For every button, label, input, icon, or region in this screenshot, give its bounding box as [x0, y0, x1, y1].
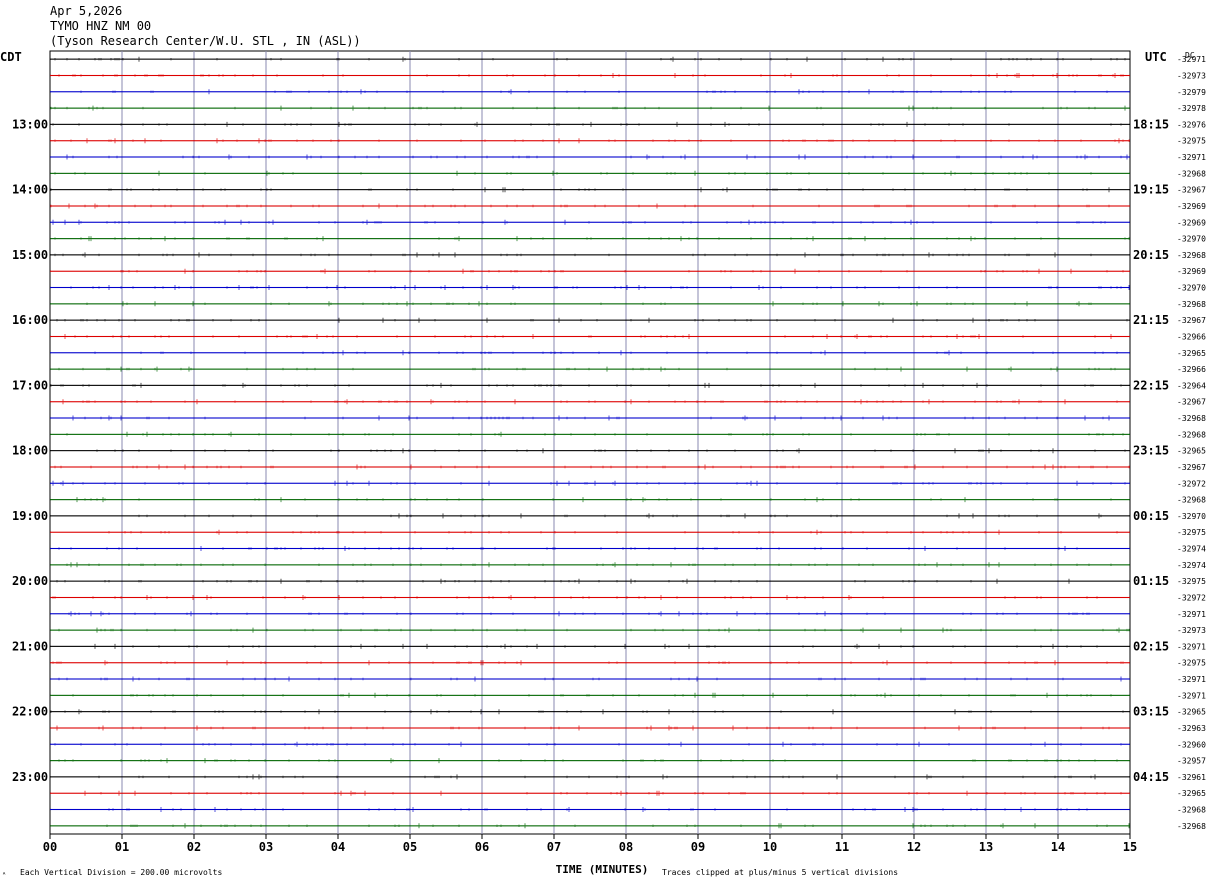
dc-offset-label: -32973	[1177, 71, 1206, 80]
seismogram-plot: CDT UTC DC13:0014:0015:0016:0017:0018:0019…	[0, 50, 1206, 879]
cdt-time-label: 18:00	[12, 444, 48, 458]
utc-time-label: 04:15	[1133, 770, 1169, 784]
cdt-time-label: 21:00	[12, 639, 48, 653]
dc-offset-label: -32971	[1177, 55, 1206, 64]
dc-offset-label: -32968	[1177, 414, 1206, 423]
utc-time-label: 22:15	[1133, 378, 1169, 392]
utc-time-label: 23:15	[1133, 444, 1169, 458]
utc-time-label: 03:15	[1133, 705, 1169, 719]
dc-offset-label: -32967	[1177, 316, 1206, 325]
dc-offset-label: -32968	[1177, 822, 1206, 831]
clip-note: Traces clipped at plus/minus 5 vertical …	[662, 868, 898, 877]
dc-offset-label: -32974	[1177, 545, 1206, 554]
x-tick-label: 15	[1123, 840, 1137, 854]
utc-time-label: 21:15	[1133, 313, 1169, 327]
cdt-time-label: 14:00	[12, 183, 48, 197]
scale-note: Each Vertical Division = 200.00 microvol…	[20, 868, 222, 877]
dc-offset-label: -32964	[1177, 381, 1206, 390]
dc-offset-label: -32965	[1177, 789, 1206, 798]
cdt-time-label: 23:00	[12, 770, 48, 784]
dc-offset-label: -32969	[1177, 267, 1206, 276]
x-tick-label: 13	[979, 840, 993, 854]
dc-offset-label: -32960	[1177, 740, 1206, 749]
x-tick-label: 14	[1051, 840, 1065, 854]
right-axis-label: UTC	[1145, 50, 1167, 64]
utc-time-label: 20:15	[1133, 248, 1169, 262]
logo-mark: ᴬ	[2, 870, 6, 879]
x-tick-label: 12	[907, 840, 921, 854]
dc-offset-label: -32967	[1177, 463, 1206, 472]
dc-offset-label: -32963	[1177, 724, 1206, 733]
dc-offset-label: -32968	[1177, 169, 1206, 178]
x-tick-label: 05	[403, 840, 417, 854]
dc-offset-label: -32974	[1177, 561, 1206, 570]
dc-offset-label: -32969	[1177, 202, 1206, 211]
dc-offset-label: -32968	[1177, 300, 1206, 309]
x-tick-label: 06	[475, 840, 489, 854]
dc-offset-label: -32968	[1177, 496, 1206, 505]
dc-offset-label: -32971	[1177, 153, 1206, 162]
utc-time-label: 00:15	[1133, 509, 1169, 523]
utc-time-label: 18:15	[1133, 117, 1169, 131]
dc-offset-label: -32973	[1177, 626, 1206, 635]
dc-offset-label: -32975	[1177, 577, 1206, 586]
dc-offset-label: -32971	[1177, 642, 1206, 651]
cdt-time-label: 15:00	[12, 248, 48, 262]
x-tick-label: 09	[691, 840, 705, 854]
dc-offset-label: -32965	[1177, 349, 1206, 358]
dc-offset-label: -32961	[1177, 773, 1206, 782]
dc-offset-label: -32957	[1177, 757, 1206, 766]
cdt-time-label: 13:00	[12, 117, 48, 131]
dc-offset-label: -32966	[1177, 365, 1206, 374]
plot-frame	[49, 50, 1131, 835]
dc-offset-label: -32970	[1177, 284, 1206, 293]
dc-offset-label: -32965	[1177, 708, 1206, 717]
dc-offset-label: -32975	[1177, 528, 1206, 537]
dc-offset-label: -32972	[1177, 593, 1206, 602]
x-tick-label: 08	[619, 840, 633, 854]
cdt-time-label: 20:00	[12, 574, 48, 588]
x-tick-label: 10	[763, 840, 777, 854]
dc-offset-label: -32978	[1177, 104, 1206, 113]
dc-offset-label: -32969	[1177, 218, 1206, 227]
dc-offset-label: -32967	[1177, 398, 1206, 407]
x-tick-label: 04	[331, 840, 345, 854]
cdt-time-label: 22:00	[12, 705, 48, 719]
dc-offset-label: -32976	[1177, 120, 1206, 129]
cdt-time-label: 19:00	[12, 509, 48, 523]
dc-offset-label: -32968	[1177, 430, 1206, 439]
x-axis-label: TIME (MINUTES)	[556, 863, 649, 876]
dc-offset-label: -32971	[1177, 691, 1206, 700]
x-tick-label: 11	[835, 840, 849, 854]
dc-offset-label: -32972	[1177, 479, 1206, 488]
x-tick-label: 02	[187, 840, 201, 854]
cdt-time-label: 17:00	[12, 378, 48, 392]
dc-offset-label: -32968	[1177, 251, 1206, 260]
dc-offset-label: -32970	[1177, 235, 1206, 244]
cdt-time-label: 16:00	[12, 313, 48, 327]
x-tick-label: 03	[259, 840, 273, 854]
dc-offset-label: -32971	[1177, 675, 1206, 684]
dc-offset-label: -32965	[1177, 447, 1206, 456]
x-tick-label: 07	[547, 840, 561, 854]
dc-offset-label: -32970	[1177, 512, 1206, 521]
utc-time-label: 19:15	[1133, 183, 1169, 197]
dc-offset-label: -32967	[1177, 186, 1206, 195]
dc-offset-label: -32966	[1177, 332, 1206, 341]
x-tick-label: 01	[115, 840, 129, 854]
utc-time-label: 02:15	[1133, 639, 1169, 653]
dc-offset-label: -32979	[1177, 88, 1206, 97]
x-tick-label: 00	[43, 840, 57, 854]
dc-offset-label: -32975	[1177, 137, 1206, 146]
left-axis-label: CDT	[0, 50, 22, 64]
utc-time-label: 01:15	[1133, 574, 1169, 588]
dc-offset-label: -32971	[1177, 610, 1206, 619]
dc-offset-label: -32968	[1177, 806, 1206, 815]
dc-offset-label: -32975	[1177, 659, 1206, 668]
